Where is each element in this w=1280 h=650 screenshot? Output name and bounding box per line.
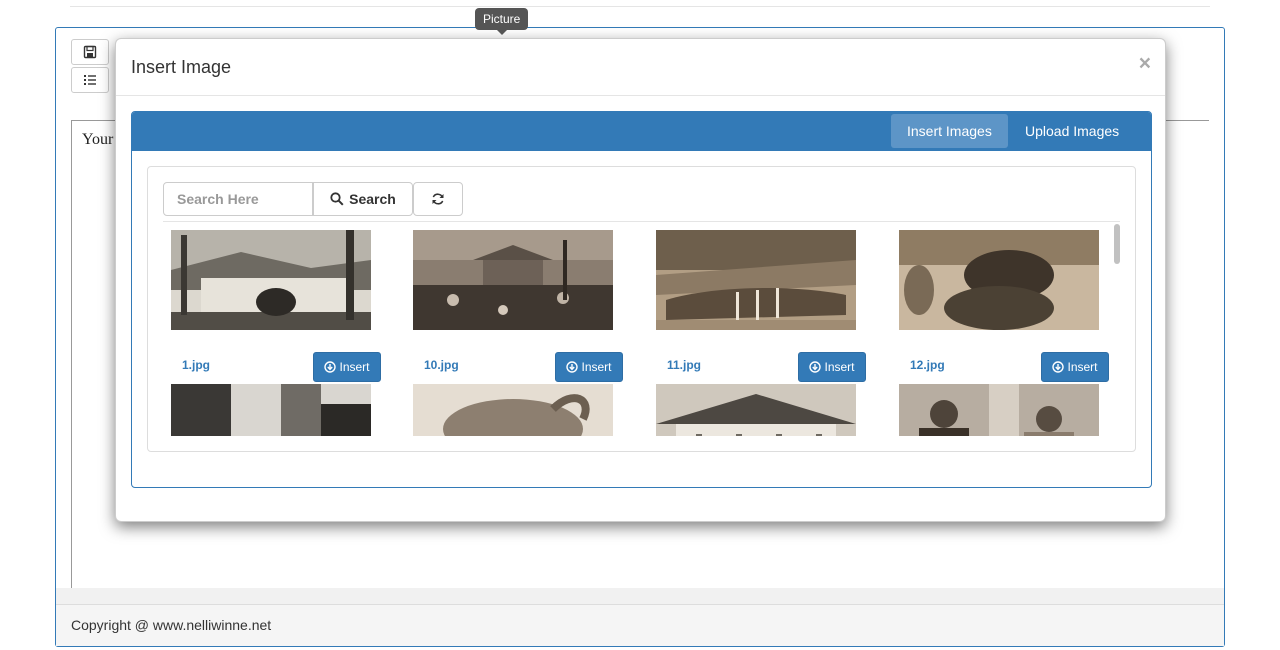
image-thumbnail[interactable] bbox=[899, 230, 1099, 330]
save-icon bbox=[83, 45, 97, 59]
refresh-button[interactable] bbox=[413, 182, 463, 216]
image-thumbnail[interactable] bbox=[171, 230, 371, 330]
image-filename: 11.jpg bbox=[667, 358, 702, 372]
download-circle-icon bbox=[1052, 361, 1065, 373]
list-icon bbox=[84, 75, 96, 85]
refresh-icon bbox=[432, 193, 444, 205]
search-button[interactable]: Search bbox=[313, 182, 413, 216]
copyright-text: Copyright @ www.nelliwinne.net bbox=[71, 617, 272, 633]
download-circle-icon bbox=[566, 361, 579, 373]
tab-insert-images[interactable]: Insert Images bbox=[891, 114, 1008, 148]
image-card bbox=[648, 376, 868, 436]
modal-title: Insert Image bbox=[131, 57, 232, 77]
image-card bbox=[163, 376, 383, 436]
image-filename: 10.jpg bbox=[424, 358, 459, 372]
insert-image-modal: Insert Image × Insert Images Upload Imag… bbox=[115, 38, 1166, 522]
list-button[interactable] bbox=[71, 67, 109, 93]
image-thumbnail[interactable] bbox=[899, 384, 1099, 436]
image-thumbnail[interactable] bbox=[171, 384, 371, 436]
image-filename: 1.jpg bbox=[182, 358, 211, 372]
insert-button-label: Insert bbox=[824, 360, 855, 374]
image-thumbnail[interactable] bbox=[656, 384, 856, 436]
image-card: 10.jpg Insert bbox=[405, 222, 625, 392]
page-footer: Copyright @ www.nelliwinne.net bbox=[56, 604, 1224, 646]
insert-button-label: Insert bbox=[581, 360, 612, 374]
image-card: 1.jpg Insert bbox=[163, 222, 383, 392]
image-card bbox=[891, 376, 1111, 436]
top-divider bbox=[70, 6, 1210, 7]
gallery-scrollbar[interactable] bbox=[1114, 224, 1120, 264]
close-icon[interactable]: × bbox=[1139, 53, 1151, 74]
insert-button-label: Insert bbox=[339, 360, 370, 374]
image-thumbnail[interactable] bbox=[413, 230, 613, 330]
image-browser: Search Here Search 1.jpg Insert 10.jpg I… bbox=[147, 166, 1136, 452]
image-thumbnail[interactable] bbox=[413, 384, 613, 436]
image-manager-panel: Insert Images Upload Images Search Here … bbox=[131, 111, 1152, 488]
image-gallery[interactable]: 1.jpg Insert 10.jpg Insert 11.jpg Insert… bbox=[163, 222, 1120, 436]
modal-header: Insert Image × bbox=[116, 39, 1165, 96]
image-card: 11.jpg Insert bbox=[648, 222, 868, 392]
download-circle-icon bbox=[809, 361, 822, 373]
search-button-label: Search bbox=[349, 191, 396, 207]
picture-tooltip: Picture bbox=[475, 8, 529, 35]
image-thumbnail[interactable] bbox=[656, 230, 856, 330]
image-card: 12.jpg Insert bbox=[891, 222, 1111, 392]
panel-tabs: Insert Images Upload Images bbox=[132, 112, 1151, 151]
image-card bbox=[405, 376, 625, 436]
search-input[interactable] bbox=[163, 182, 313, 216]
save-button[interactable] bbox=[71, 39, 109, 65]
editor-statusbar bbox=[56, 588, 1224, 604]
insert-button-label: Insert bbox=[1067, 360, 1098, 374]
search-icon bbox=[330, 192, 344, 206]
download-circle-icon bbox=[324, 361, 337, 373]
tab-upload-images[interactable]: Upload Images bbox=[1009, 114, 1135, 148]
editor-body-text: Your bbox=[82, 131, 114, 148]
image-filename: 12.jpg bbox=[910, 358, 945, 372]
